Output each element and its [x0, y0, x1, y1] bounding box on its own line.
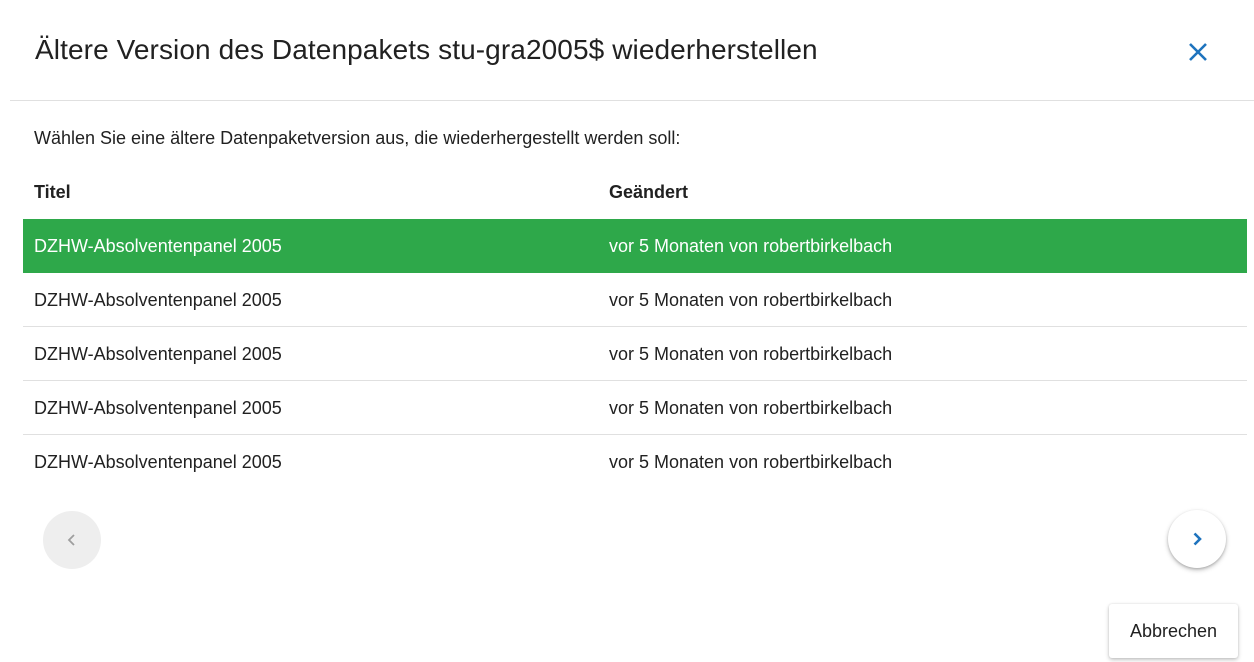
row-title: DZHW-Absolventenpanel 2005 — [34, 452, 282, 472]
table-row[interactable]: DZHW-Absolventenpanel 2005 vor 5 Monaten… — [23, 327, 1247, 381]
chevron-right-icon — [1193, 532, 1202, 546]
row-title: DZHW-Absolventenpanel 2005 — [34, 236, 282, 256]
row-title: DZHW-Absolventenpanel 2005 — [34, 344, 282, 364]
column-header-changed: Geändert — [609, 182, 689, 202]
close-icon — [1189, 43, 1207, 61]
chevron-left-icon — [67, 534, 75, 546]
table-row[interactable]: DZHW-Absolventenpanel 2005 vor 5 Monaten… — [23, 273, 1247, 327]
restore-version-dialog: Ältere Version des Datenpakets stu-gra20… — [0, 0, 1254, 662]
row-title: DZHW-Absolventenpanel 2005 — [34, 290, 282, 310]
row-title: DZHW-Absolventenpanel 2005 — [34, 398, 282, 418]
column-header-title: Titel — [34, 182, 71, 202]
table-row[interactable]: DZHW-Absolventenpanel 2005 vor 5 Monaten… — [23, 219, 1247, 273]
row-changed: vor 5 Monaten von robertbirkelbach — [609, 344, 893, 364]
versions-table: Titel Geändert DZHW-Absolventenpanel 200… — [23, 165, 1247, 489]
dialog-prompt: Wählen Sie eine ältere Datenpaketversion… — [34, 128, 681, 148]
table-row[interactable]: DZHW-Absolventenpanel 2005 vor 5 Monaten… — [23, 381, 1247, 435]
dialog-title: Ältere Version des Datenpakets stu-gra20… — [35, 34, 818, 65]
row-changed: vor 5 Monaten von robertbirkelbach — [609, 398, 893, 418]
next-page-button[interactable] — [1168, 510, 1226, 568]
row-changed: vor 5 Monaten von robertbirkelbach — [609, 290, 893, 310]
row-changed: vor 5 Monaten von robertbirkelbach — [609, 452, 893, 472]
table-row[interactable]: DZHW-Absolventenpanel 2005 vor 5 Monaten… — [23, 435, 1247, 489]
close-button[interactable] — [1183, 37, 1213, 67]
dialog-header: Ältere Version des Datenpakets stu-gra20… — [10, 0, 1254, 101]
cancel-button[interactable]: Abbrechen — [1109, 604, 1238, 658]
row-changed: vor 5 Monaten von robertbirkelbach — [609, 236, 893, 256]
table-body: DZHW-Absolventenpanel 2005 vor 5 Monaten… — [23, 219, 1247, 489]
table-header: Titel Geändert — [23, 165, 1247, 219]
previous-page-button[interactable] — [43, 511, 101, 569]
